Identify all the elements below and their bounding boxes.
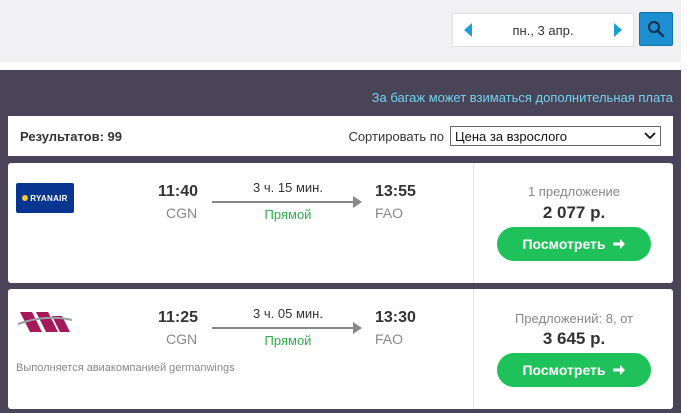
- flight-duration: 3 ч. 15 мин.: [253, 180, 323, 195]
- route-arrow-icon: [212, 322, 362, 334]
- flight-duration: 3 ч. 05 мин.: [253, 306, 323, 321]
- offers-count: Предложений: 8, от: [514, 311, 634, 326]
- flight-details: RYANAIR 11:40 CGN 3 ч. 15 мин. Прямой 13…: [8, 163, 473, 283]
- sort-label: Сортировать по: [348, 128, 444, 144]
- price: 3 645 р.: [542, 329, 606, 348]
- departure-airport: CGN: [166, 331, 198, 347]
- baggage-notice: За багаж может взиматься дополнительная …: [371, 90, 673, 105]
- triangle-left-icon: [464, 23, 472, 37]
- stops-label: Прямой: [264, 333, 312, 348]
- operated-by: Выполняется авиакомпанией germanwings: [16, 362, 235, 374]
- view-button[interactable]: Посмотреть: [497, 227, 651, 261]
- prev-date-button[interactable]: [453, 14, 483, 46]
- price: 2 077 р.: [542, 203, 606, 222]
- departure-time: 11:40: [158, 183, 199, 200]
- triangle-right-icon: [614, 23, 622, 37]
- arrival-time: 13:30: [375, 309, 416, 326]
- arrival-airport: FAO: [375, 331, 404, 347]
- flight-details: 11:25 CGN 3 ч. 05 мин. Прямой 13:30 FAO …: [8, 289, 473, 409]
- harp-icon: [22, 195, 29, 201]
- offers-count: 1 предложение: [527, 184, 621, 199]
- top-bar: пн., 3 апр.: [0, 0, 681, 62]
- route-arrow-icon: [212, 196, 362, 208]
- search-icon: [647, 20, 665, 38]
- sort-select-value: Цена за взрослого: [455, 128, 567, 144]
- sort-select[interactable]: Цена за взрослого: [450, 126, 661, 146]
- arrival-time: 13:55: [375, 183, 416, 200]
- arrow-right-icon: [612, 363, 626, 377]
- results-count: Результатов: 99: [20, 128, 123, 144]
- arrow-right-icon: [612, 237, 626, 251]
- stops-label: Прямой: [264, 207, 312, 222]
- flight-card: 11:25 CGN 3 ч. 05 мин. Прямой 13:30 FAO …: [8, 289, 673, 409]
- current-date: пн., 3 апр.: [512, 22, 574, 38]
- departure-time: 11:25: [158, 309, 199, 326]
- chevron-down-icon: [644, 132, 656, 140]
- view-button[interactable]: Посмотреть: [497, 353, 651, 387]
- airline-logo: RYANAIR: [16, 183, 74, 213]
- arrival-airport: FAO: [375, 205, 404, 221]
- price-section: Предложений: 8, от 3 645 р. Посмотреть: [473, 289, 673, 409]
- airline-logo: [16, 306, 74, 338]
- departure-airport: CGN: [166, 205, 198, 221]
- flight-card: RYANAIR 11:40 CGN 3 ч. 15 мин. Прямой 13…: [8, 163, 673, 283]
- price-section: 1 предложение 2 077 р. Посмотреть: [473, 163, 673, 283]
- next-date-button[interactable]: [603, 14, 633, 46]
- date-navigator: пн., 3 апр.: [452, 13, 634, 47]
- search-button[interactable]: [639, 12, 673, 46]
- results-bar: Результатов: 99 Сортировать по Цена за в…: [8, 116, 673, 156]
